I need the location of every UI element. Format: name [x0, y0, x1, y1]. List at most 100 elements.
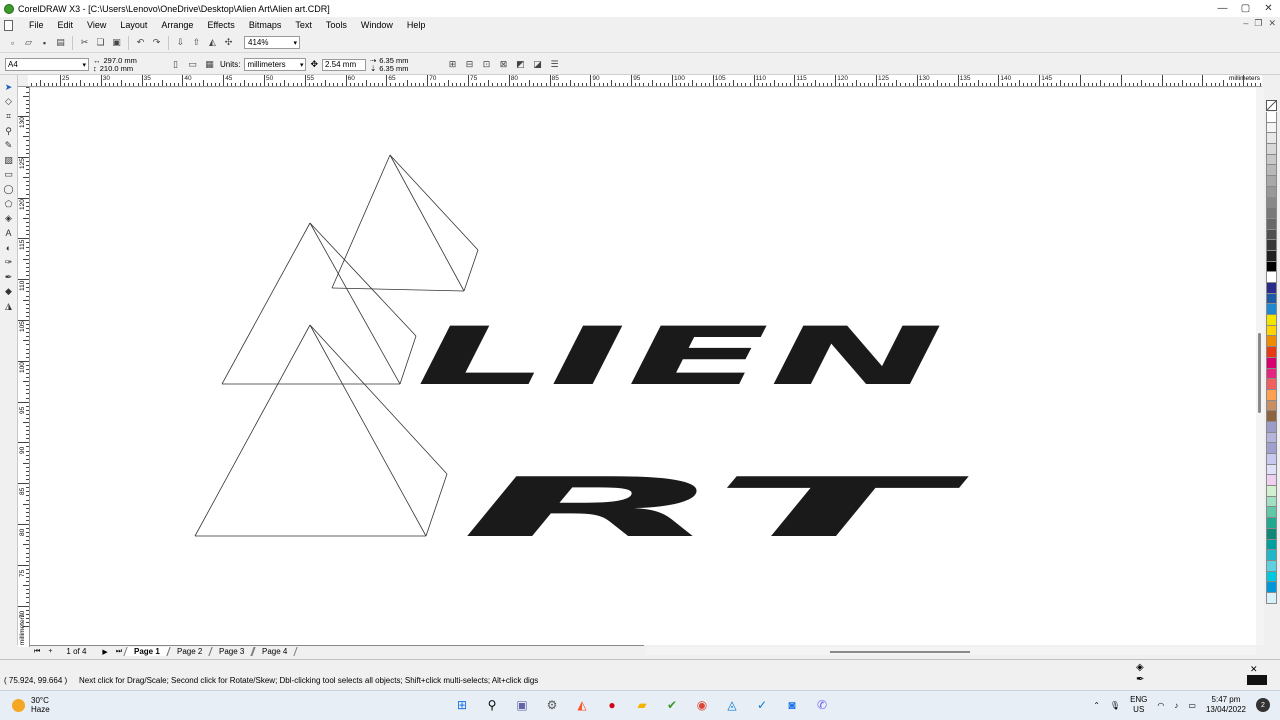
- doc-restore-icon[interactable]: ❐: [1254, 18, 1262, 29]
- menu-edit[interactable]: Edit: [51, 20, 81, 30]
- microphone-icon[interactable]: 🎙: [1110, 701, 1120, 710]
- file-explorer-icon[interactable]: ▰: [632, 695, 652, 715]
- notification-badge[interactable]: 2: [1256, 698, 1270, 712]
- palette-swatch[interactable]: [1266, 528, 1277, 540]
- palette-swatch[interactable]: [1266, 325, 1277, 337]
- basic-shapes-tool-icon[interactable]: ◈: [3, 212, 15, 225]
- menu-view[interactable]: View: [80, 20, 113, 30]
- rectangle-tool-icon[interactable]: ▭: [3, 169, 15, 182]
- units-select[interactable]: millimeters ▾: [244, 58, 307, 71]
- palette-swatch[interactable]: [1266, 582, 1277, 593]
- chat-icon[interactable]: ▣: [512, 695, 532, 715]
- palette-swatch[interactable]: [1266, 368, 1277, 380]
- chevron-up-icon[interactable]: ⌃: [1093, 701, 1100, 710]
- menu-tools[interactable]: Tools: [319, 20, 354, 30]
- store-icon[interactable]: ◬: [722, 695, 742, 715]
- menu-file[interactable]: File: [22, 20, 51, 30]
- polygon-tool-icon[interactable]: ⬠: [3, 198, 15, 211]
- palette-swatch[interactable]: [1266, 518, 1277, 529]
- palette-swatch[interactable]: [1266, 208, 1277, 219]
- tab-page-2[interactable]: Page 2: [166, 647, 213, 656]
- zoom-level-select[interactable]: 414% ▾: [244, 36, 300, 49]
- palette-swatch[interactable]: [1266, 560, 1277, 572]
- palette-swatch[interactable]: [1266, 293, 1277, 305]
- interactive-blend-tool-icon[interactable]: ◐: [3, 242, 15, 255]
- palette-swatch[interactable]: [1266, 443, 1277, 454]
- viber-icon[interactable]: ✆: [812, 695, 832, 715]
- bitwarden-icon[interactable]: ◙: [782, 695, 802, 715]
- palette-swatch[interactable]: [1266, 315, 1277, 326]
- add-page-icon[interactable]: +: [44, 648, 56, 655]
- menu-bitmaps[interactable]: Bitmaps: [242, 20, 289, 30]
- menu-arrange[interactable]: Arrange: [154, 20, 200, 30]
- palette-swatch[interactable]: [1266, 122, 1277, 134]
- print-icon[interactable]: ▤: [54, 36, 67, 49]
- pyramid-middle[interactable]: [221, 222, 417, 385]
- shape-tool-icon[interactable]: ◇: [3, 96, 15, 109]
- tab-page-3[interactable]: Page 3: [208, 647, 256, 656]
- brave-browser-icon[interactable]: ◭: [572, 695, 592, 715]
- paper-type-select[interactable]: A4 ▾: [5, 58, 89, 71]
- doc-close-icon[interactable]: ✕: [1268, 18, 1276, 29]
- new-document-icon[interactable]: ▫: [6, 36, 19, 49]
- nudge-distance-field[interactable]: 2.54 mm: [322, 58, 366, 71]
- coreldraw-taskbar-icon[interactable]: ✔: [662, 695, 682, 715]
- outline-color-swatch[interactable]: [1247, 675, 1267, 685]
- menu-layout[interactable]: Layout: [113, 20, 154, 30]
- horizontal-ruler[interactable]: millimeters 25 30 35 40 45 50 55 60 65 70 75 80 85 90…: [28, 75, 1262, 87]
- undo-icon[interactable]: ↶: [134, 36, 147, 49]
- redo-icon[interactable]: ↷: [150, 36, 163, 49]
- minimize-button[interactable]: —: [1211, 0, 1234, 17]
- fill-color-icon[interactable]: ◈: [1136, 662, 1144, 673]
- paper-height-field[interactable]: 210.0 mm: [100, 64, 133, 73]
- close-button[interactable]: ✕: [1257, 0, 1280, 17]
- drawing-canvas[interactable]: LIEN RT: [30, 88, 1256, 645]
- palette-swatch[interactable]: [1266, 165, 1277, 177]
- landscape-icon[interactable]: ▭: [186, 58, 199, 71]
- eyedropper-tool-icon[interactable]: ✑: [3, 256, 15, 269]
- palette-swatch[interactable]: [1266, 229, 1277, 241]
- next-page-icon[interactable]: ▶: [98, 648, 111, 656]
- weather-widget[interactable]: 30°C Haze: [12, 696, 50, 714]
- corel-online-icon[interactable]: ✣: [222, 36, 235, 49]
- palette-swatch[interactable]: [1266, 464, 1277, 476]
- palette-swatch[interactable]: [1266, 400, 1277, 412]
- palette-swatch[interactable]: [1266, 496, 1277, 508]
- zoom-tool-icon[interactable]: ⚲: [3, 125, 15, 138]
- document-icon[interactable]: [4, 19, 13, 31]
- palette-swatch[interactable]: [1266, 432, 1277, 444]
- pyramid-top[interactable]: [331, 154, 479, 292]
- save-icon[interactable]: ▪: [38, 36, 51, 49]
- duplicate-y-field[interactable]: 6.35 mm: [379, 64, 408, 73]
- first-page-icon[interactable]: ⏮: [30, 648, 44, 656]
- cut-icon[interactable]: ✂: [78, 36, 91, 49]
- chrome-icon[interactable]: ◉: [692, 695, 712, 715]
- palette-swatch[interactable]: [1266, 592, 1277, 604]
- freehand-tool-icon[interactable]: ✎: [3, 139, 15, 152]
- options-icon[interactable]: ☰: [548, 58, 561, 71]
- menu-window[interactable]: Window: [354, 20, 400, 30]
- treat-as-filled-icon[interactable]: ◩: [514, 58, 527, 71]
- palette-swatch[interactable]: [1266, 454, 1277, 465]
- wifi-icon[interactable]: ◠: [1157, 701, 1164, 710]
- palette-swatch[interactable]: [1266, 336, 1277, 348]
- copy-icon[interactable]: ❏: [94, 36, 107, 49]
- pick-tool-icon[interactable]: ➤: [3, 81, 15, 94]
- dynamic-guides-icon[interactable]: ⊠: [497, 58, 510, 71]
- language-indicator[interactable]: ENG US: [1130, 695, 1147, 715]
- ellipse-tool-icon[interactable]: ◯: [3, 183, 15, 196]
- palette-swatch[interactable]: [1266, 272, 1277, 283]
- menu-text[interactable]: Text: [288, 20, 319, 30]
- palette-swatch[interactable]: [1266, 421, 1277, 433]
- snap-guidelines-icon[interactable]: ⊟: [463, 58, 476, 71]
- menu-help[interactable]: Help: [400, 20, 433, 30]
- maximize-button[interactable]: ▢: [1234, 0, 1257, 17]
- palette-swatch[interactable]: [1266, 550, 1277, 561]
- palette-swatch[interactable]: [1266, 379, 1277, 390]
- battery-icon[interactable]: ▭: [1188, 701, 1196, 710]
- palette-swatch[interactable]: [1266, 154, 1277, 166]
- outline-pen-icon[interactable]: ✒: [1136, 674, 1144, 685]
- palette-swatch[interactable]: [1266, 475, 1277, 487]
- palette-swatch[interactable]: [1266, 218, 1277, 230]
- all-pages-icon[interactable]: ▦: [203, 58, 216, 71]
